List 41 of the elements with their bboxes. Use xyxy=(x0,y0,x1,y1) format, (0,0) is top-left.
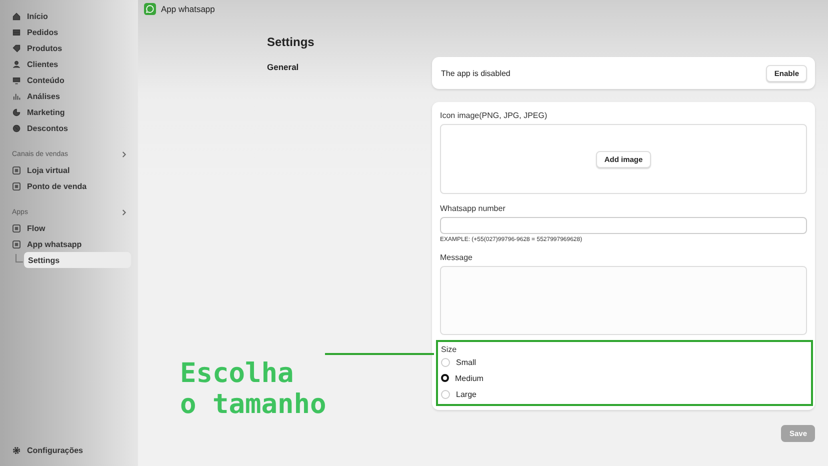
nav-item[interactable]: App whatsapp xyxy=(8,236,131,252)
annotation-text: Escolha o tamanho xyxy=(180,358,326,420)
field-label: Whatsapp number xyxy=(440,204,506,213)
nav-item[interactable]: Descontos xyxy=(8,120,131,136)
field-label: Size xyxy=(441,345,458,354)
chevron-icon[interactable] xyxy=(122,150,127,158)
nav-item[interactable]: Settings xyxy=(24,252,131,268)
nav-item[interactable]: Início xyxy=(8,8,131,24)
nav-item[interactable]: Análises xyxy=(8,88,131,104)
radio-label: Small xyxy=(456,358,476,366)
section-label: General xyxy=(267,62,299,72)
nav-icon xyxy=(12,12,21,20)
field-label: Icon image(PNG, JPG, JPEG) xyxy=(440,111,548,120)
nav-item[interactable]: Conteúdo xyxy=(8,72,131,88)
settings-link[interactable]: Configurações xyxy=(8,442,131,458)
nav-item[interactable]: Pedidos xyxy=(8,24,131,40)
field-label: Message xyxy=(440,253,474,262)
nav-item[interactable]: Loja virtual xyxy=(8,162,131,178)
gear-icon xyxy=(12,446,21,454)
nav-icon xyxy=(12,44,21,52)
nav-item[interactable]: Produtos xyxy=(8,40,131,56)
nav-icon xyxy=(12,76,21,84)
chat-app-icon xyxy=(144,3,156,15)
nav-item[interactable]: Marketing xyxy=(8,104,131,120)
radio-button[interactable] xyxy=(441,374,449,382)
message-field[interactable] xyxy=(440,266,807,335)
nav-icon xyxy=(12,108,21,116)
nav-item[interactable]: Flow xyxy=(8,220,131,236)
chevron-icon[interactable] xyxy=(122,208,127,216)
nav-item[interactable]: Ponto de venda xyxy=(8,178,131,194)
nav-icon xyxy=(12,60,21,68)
app-title: App whatsapp xyxy=(161,4,215,14)
nav-icon xyxy=(12,92,21,100)
input-field[interactable] xyxy=(440,217,807,234)
radio-label: Medium xyxy=(455,374,484,382)
page-title: Settings xyxy=(267,35,316,51)
status-text: The app is disabled xyxy=(441,68,510,78)
nav-item[interactable]: Clientes xyxy=(8,56,131,72)
nav-icon xyxy=(12,28,21,36)
nav-icon xyxy=(12,124,21,132)
radio-label: Large xyxy=(456,390,476,398)
